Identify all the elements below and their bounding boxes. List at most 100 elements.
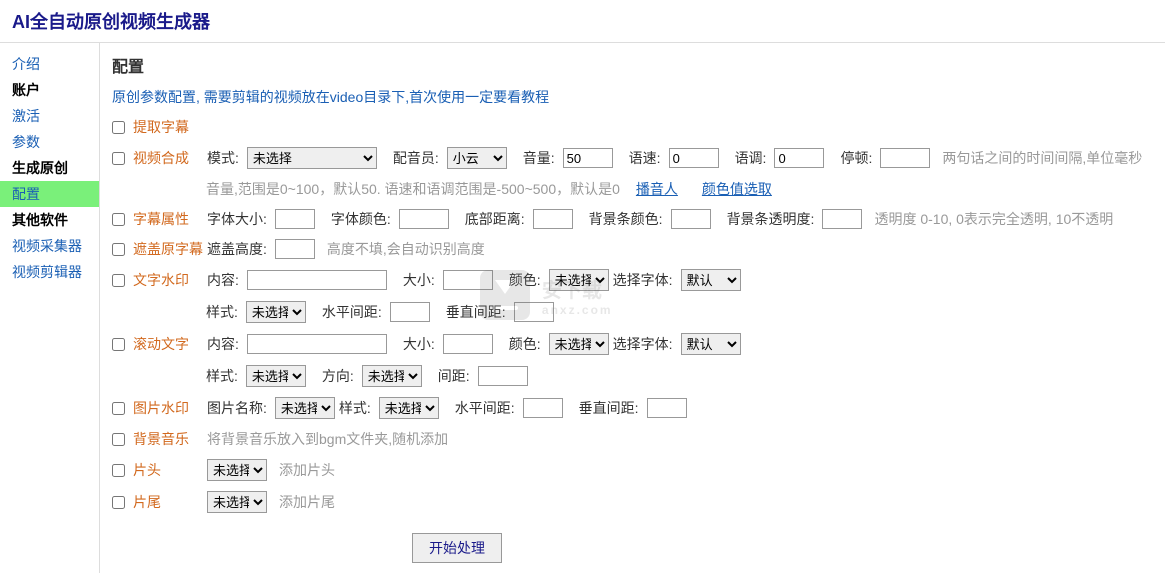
text-watermark-label: 文字水印 bbox=[133, 270, 203, 290]
st-size-input[interactable] bbox=[443, 334, 493, 354]
image-watermark-checkbox[interactable] bbox=[112, 402, 125, 415]
image-watermark-label: 图片水印 bbox=[133, 398, 203, 418]
bgopacity-input[interactable] bbox=[822, 209, 862, 229]
iw-style-select[interactable]: 未选择 bbox=[379, 397, 439, 419]
bg-music-label: 背景音乐 bbox=[133, 429, 203, 449]
mode-select[interactable]: 未选择 bbox=[247, 147, 377, 169]
volume-label: 音量: bbox=[523, 148, 555, 168]
voice-label: 配音员: bbox=[393, 148, 439, 168]
pause-label: 停顿: bbox=[840, 148, 872, 168]
bg-music-hint: 将背景音乐放入到bgm文件夹,随机添加 bbox=[207, 429, 448, 449]
extract-subtitle-checkbox[interactable] bbox=[112, 121, 125, 134]
submit-button[interactable]: 开始处理 bbox=[412, 533, 502, 563]
bottom-label: 底部距离: bbox=[465, 209, 525, 229]
tail-checkbox[interactable] bbox=[112, 496, 125, 509]
subtitle-attr-label: 字幕属性 bbox=[133, 209, 203, 229]
sidebar-item-video-collector[interactable]: 视频采集器 bbox=[0, 233, 99, 259]
voice-select[interactable]: 小云 bbox=[447, 147, 507, 169]
tw-vgap-input[interactable] bbox=[514, 302, 554, 322]
bgcolor-label: 背景条颜色: bbox=[589, 209, 663, 229]
bottom-input[interactable] bbox=[533, 209, 573, 229]
page-subtitle: 原创参数配置, 需要剪辑的视频放在video目录下,首次使用一定要看教程 bbox=[112, 87, 1153, 107]
st-color-select[interactable]: 未选择 bbox=[549, 333, 609, 355]
st-style-select[interactable]: 未选择 bbox=[246, 365, 306, 387]
bgopacity-label: 背景条透明度: bbox=[727, 209, 815, 229]
tw-font-select[interactable]: 默认 bbox=[681, 269, 741, 291]
tw-hgap-label: 水平间距: bbox=[322, 302, 382, 322]
tw-size-input[interactable] bbox=[443, 270, 493, 290]
subtitle-attr-checkbox[interactable] bbox=[112, 213, 125, 226]
cover-height-hint: 高度不填,会自动识别高度 bbox=[327, 239, 485, 259]
st-direction-label: 方向: bbox=[322, 366, 354, 386]
sidebar-item-video-editor[interactable]: 视频剪辑器 bbox=[0, 259, 99, 285]
st-color-label: 颜色: bbox=[509, 334, 541, 354]
font-size-input[interactable] bbox=[275, 209, 315, 229]
bgcolor-input[interactable] bbox=[671, 209, 711, 229]
tw-size-label: 大小: bbox=[403, 270, 435, 290]
iw-vgap-label: 垂直间距: bbox=[579, 398, 639, 418]
pause-input[interactable] bbox=[880, 148, 930, 168]
tw-hgap-input[interactable] bbox=[390, 302, 430, 322]
st-gap-input[interactable] bbox=[478, 366, 528, 386]
sidebar-item-params[interactable]: 参数 bbox=[0, 129, 99, 155]
tw-style-label: 样式: bbox=[206, 302, 238, 322]
tail-label: 片尾 bbox=[133, 492, 203, 512]
video-synth-checkbox[interactable] bbox=[112, 152, 125, 165]
st-size-label: 大小: bbox=[403, 334, 435, 354]
font-size-label: 字体大小: bbox=[207, 209, 267, 229]
tone-label: 语调: bbox=[735, 148, 767, 168]
mode-label: 模式: bbox=[207, 148, 239, 168]
sidebar-item-config[interactable]: 配置 bbox=[0, 181, 99, 207]
speed-input[interactable] bbox=[669, 148, 719, 168]
head-hint: 添加片头 bbox=[279, 460, 335, 480]
st-content-label: 内容: bbox=[207, 334, 239, 354]
sidebar-item-activate[interactable]: 激活 bbox=[0, 103, 99, 129]
text-watermark-checkbox[interactable] bbox=[112, 274, 125, 287]
cover-height-label: 遮盖高度: bbox=[207, 239, 267, 259]
tone-input[interactable] bbox=[774, 148, 824, 168]
tail-select[interactable]: 未选择 bbox=[207, 491, 267, 513]
head-label: 片头 bbox=[133, 460, 203, 480]
iw-name-label: 图片名称: bbox=[207, 398, 267, 418]
page-title: 配置 bbox=[112, 53, 1153, 77]
tw-vgap-label: 垂直间距: bbox=[446, 302, 506, 322]
iw-name-select[interactable]: 未选择 bbox=[275, 397, 335, 419]
pause-hint: 两句话之间的时间间隔,单位毫秒 bbox=[942, 148, 1142, 168]
st-font-select[interactable]: 默认 bbox=[681, 333, 741, 355]
head-select[interactable]: 未选择 bbox=[207, 459, 267, 481]
tw-content-label: 内容: bbox=[207, 270, 239, 290]
app-title: AI全自动原创视频生成器 bbox=[12, 8, 1153, 34]
color-link[interactable]: 颜色值选取 bbox=[702, 179, 772, 199]
sidebar: 介绍 账户 激活 参数 生成原创 配置 其他软件 视频采集器 视频剪辑器 bbox=[0, 43, 100, 573]
opacity-hint: 透明度 0-10, 0表示完全透明, 10不透明 bbox=[874, 209, 1113, 229]
main-content: 配置 原创参数配置, 需要剪辑的视频放在video目录下,首次使用一定要看教程 … bbox=[100, 43, 1165, 573]
cover-height-input[interactable] bbox=[275, 239, 315, 259]
st-direction-select[interactable]: 未选择 bbox=[362, 365, 422, 387]
speed-label: 语速: bbox=[629, 148, 661, 168]
range-hint: 音量,范围是0~100，默认50. 语速和语调范围是-500~500，默认是0 bbox=[206, 179, 620, 199]
st-font-label: 选择字体: bbox=[613, 334, 673, 354]
volume-input[interactable] bbox=[563, 148, 613, 168]
extract-subtitle-label: 提取字幕 bbox=[133, 117, 203, 137]
scroll-text-label: 滚动文字 bbox=[133, 334, 203, 354]
sidebar-item-intro[interactable]: 介绍 bbox=[0, 51, 99, 77]
font-color-input[interactable] bbox=[399, 209, 449, 229]
cover-subtitle-checkbox[interactable] bbox=[112, 243, 125, 256]
tail-hint: 添加片尾 bbox=[279, 492, 335, 512]
tw-color-label: 颜色: bbox=[509, 270, 541, 290]
bg-music-checkbox[interactable] bbox=[112, 433, 125, 446]
st-content-input[interactable] bbox=[247, 334, 387, 354]
tw-color-select[interactable]: 未选择 bbox=[549, 269, 609, 291]
cover-subtitle-label: 遮盖原字幕 bbox=[133, 239, 203, 259]
sidebar-heading-account: 账户 bbox=[0, 77, 99, 103]
head-checkbox[interactable] bbox=[112, 464, 125, 477]
font-color-label: 字体颜色: bbox=[331, 209, 391, 229]
iw-hgap-input[interactable] bbox=[523, 398, 563, 418]
sidebar-heading-other: 其他软件 bbox=[0, 207, 99, 233]
broadcaster-link[interactable]: 播音人 bbox=[636, 179, 678, 199]
tw-content-input[interactable] bbox=[247, 270, 387, 290]
scroll-text-checkbox[interactable] bbox=[112, 338, 125, 351]
st-gap-label: 间距: bbox=[438, 366, 470, 386]
iw-vgap-input[interactable] bbox=[647, 398, 687, 418]
tw-style-select[interactable]: 未选择 bbox=[246, 301, 306, 323]
